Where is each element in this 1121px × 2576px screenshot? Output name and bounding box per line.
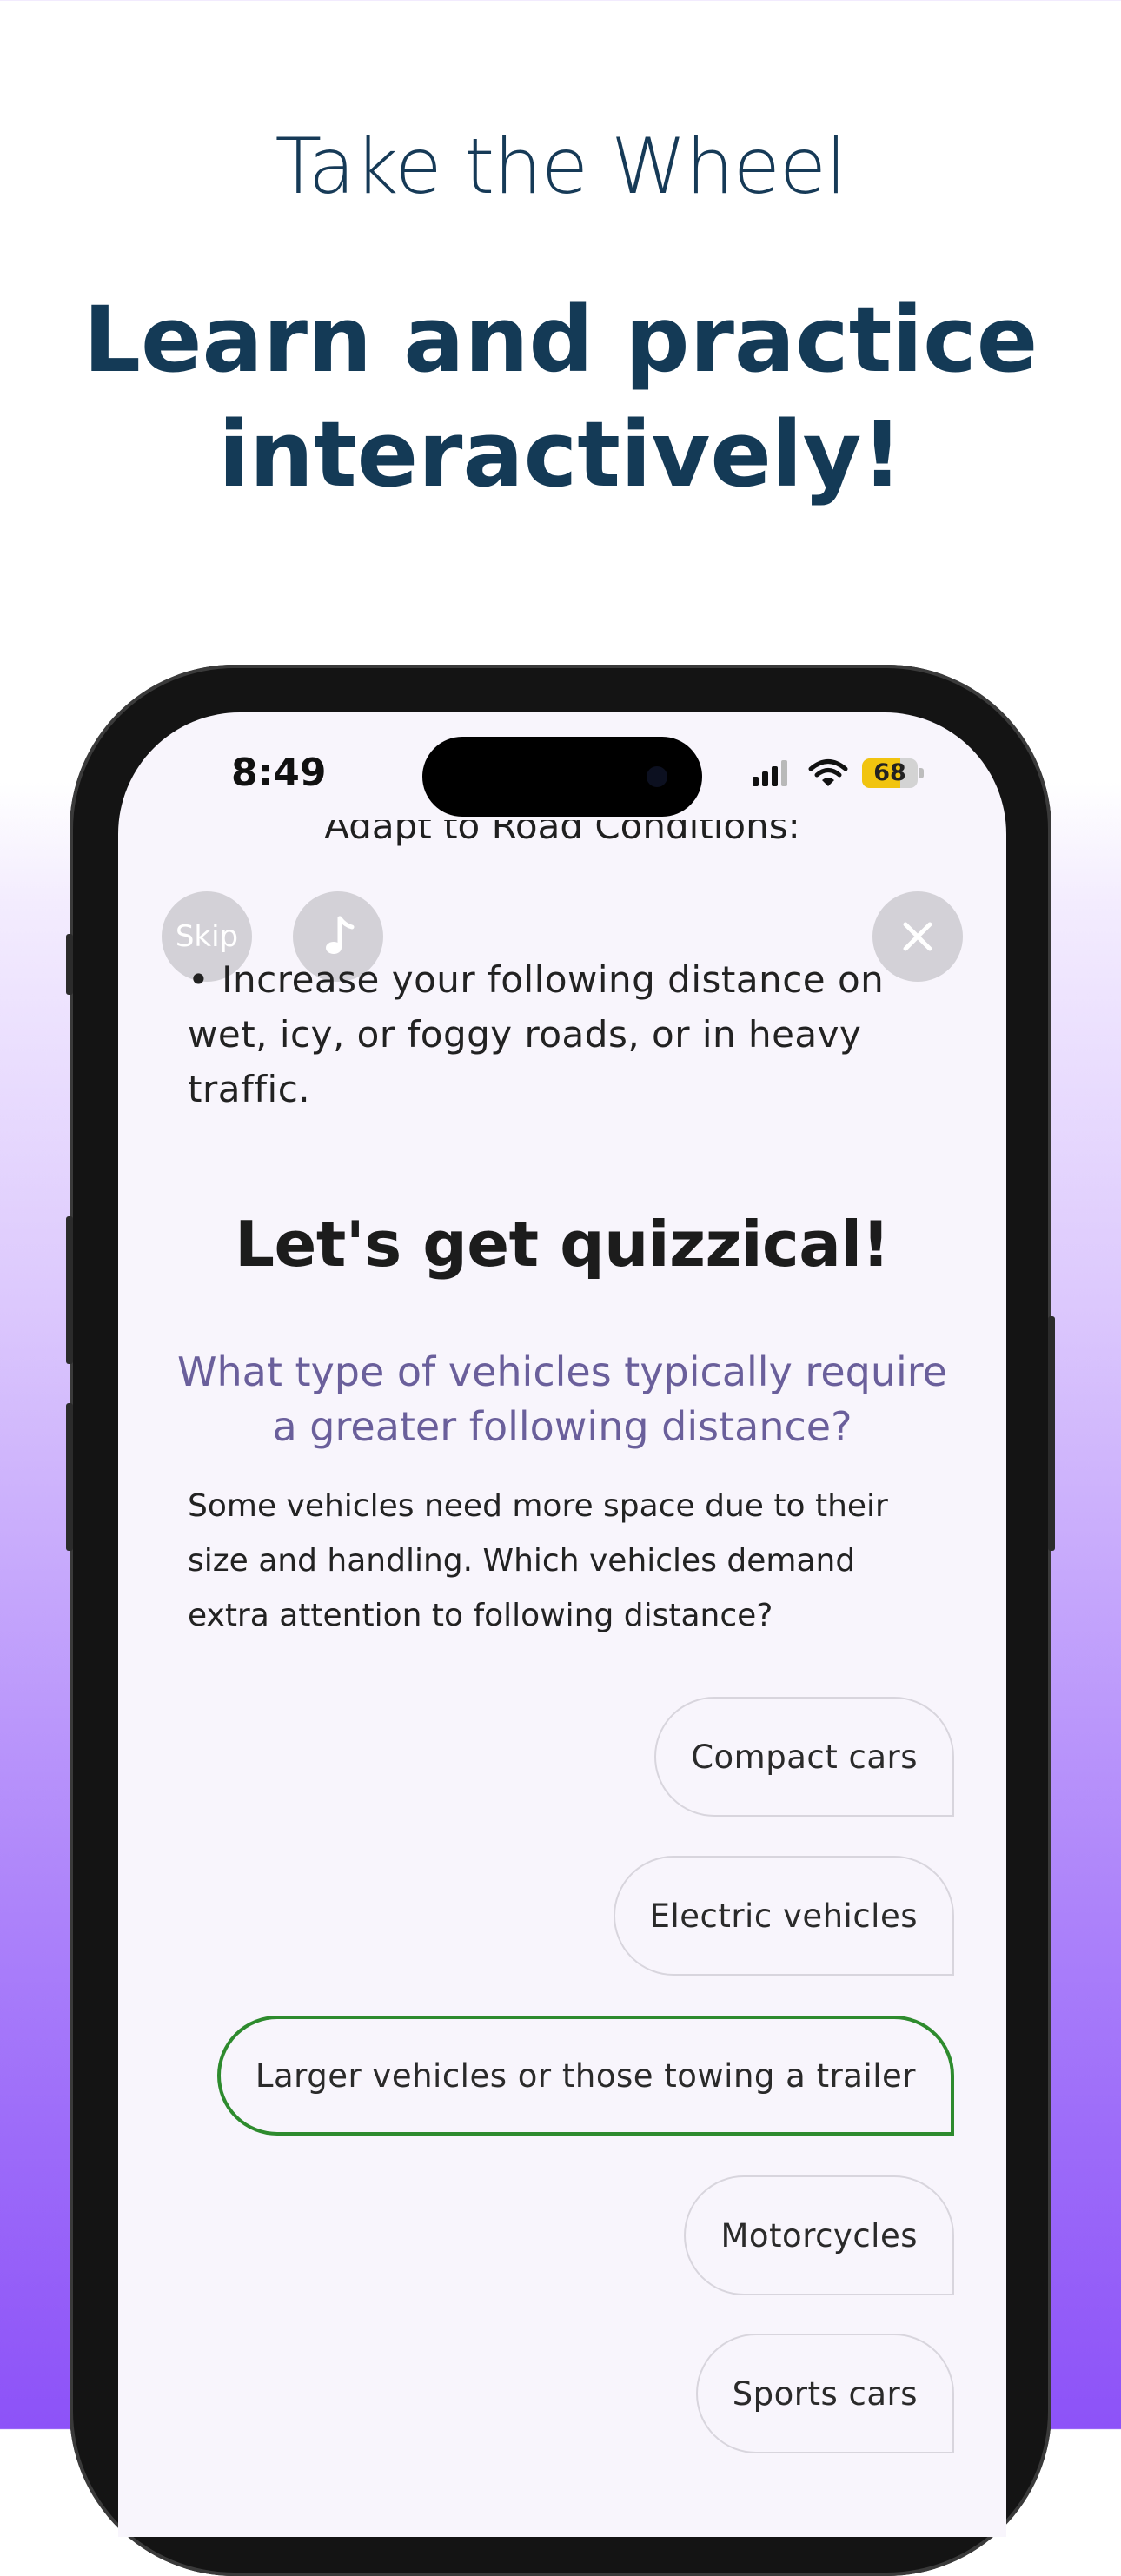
headline-line-2: interactively! <box>218 401 903 507</box>
status-time: 8:49 <box>231 751 327 795</box>
battery-level: 68 <box>873 759 906 786</box>
brand-tagline: Take the Wheel <box>275 122 847 211</box>
marketing-headline: Learn and practice interactively! <box>0 282 1121 512</box>
answer-label: Larger vehicles or those towing a traile… <box>255 2056 916 2095</box>
answer-option-larger-vehicles[interactable]: Larger vehicles or those towing a traile… <box>216 2016 954 2136</box>
dynamic-island <box>422 737 702 817</box>
lesson-bullet: • Increase your following distance on we… <box>188 958 885 1110</box>
answer-option-sports-cars[interactable]: Sports cars <box>695 2334 954 2453</box>
answer-label: Electric vehicles <box>649 1897 918 1935</box>
phone-screen: Adapt to Road Conditions: 8:49 68 Skip •… <box>118 712 1006 2537</box>
answer-option-compact-cars[interactable]: Compact cars <box>654 1697 954 1817</box>
answer-option-motorcycles[interactable]: Motorcycles <box>684 2175 954 2295</box>
skip-label: Skip <box>175 919 239 954</box>
status-indicators: 68 <box>753 756 924 791</box>
volume-down-button <box>66 1403 73 1551</box>
action-button <box>66 934 73 995</box>
battery-icon: 68 <box>862 758 918 788</box>
power-button <box>1048 1316 1055 1551</box>
answer-label: Sports cars <box>732 2374 918 2413</box>
battery-tip <box>919 768 924 778</box>
answer-option-electric-vehicles[interactable]: Electric vehicles <box>613 1856 954 1976</box>
quiz-description: Some vehicles need more space due to the… <box>188 1488 888 1633</box>
quiz-question: What type of vehicles typically require … <box>177 1348 947 1450</box>
lesson-subheading-clipped: Adapt to Road Conditions: <box>118 820 1006 855</box>
answer-label: Compact cars <box>691 1738 918 1776</box>
lesson-subheading-text: Adapt to Road Conditions: <box>324 820 800 847</box>
cellular-signal-icon <box>753 760 791 786</box>
volume-up-button <box>66 1216 73 1364</box>
answer-label: Motorcycles <box>720 2216 918 2255</box>
camera-icon <box>647 766 667 787</box>
app-store-screenshot: { "marketing": { "tagline": "Take the Wh… <box>0 0 1121 2576</box>
headline-line-1: Learn and practice <box>83 287 1038 393</box>
close-icon <box>903 922 932 951</box>
wifi-icon <box>808 759 848 786</box>
quiz-heading: Let's get quizzical! <box>235 1208 890 1281</box>
